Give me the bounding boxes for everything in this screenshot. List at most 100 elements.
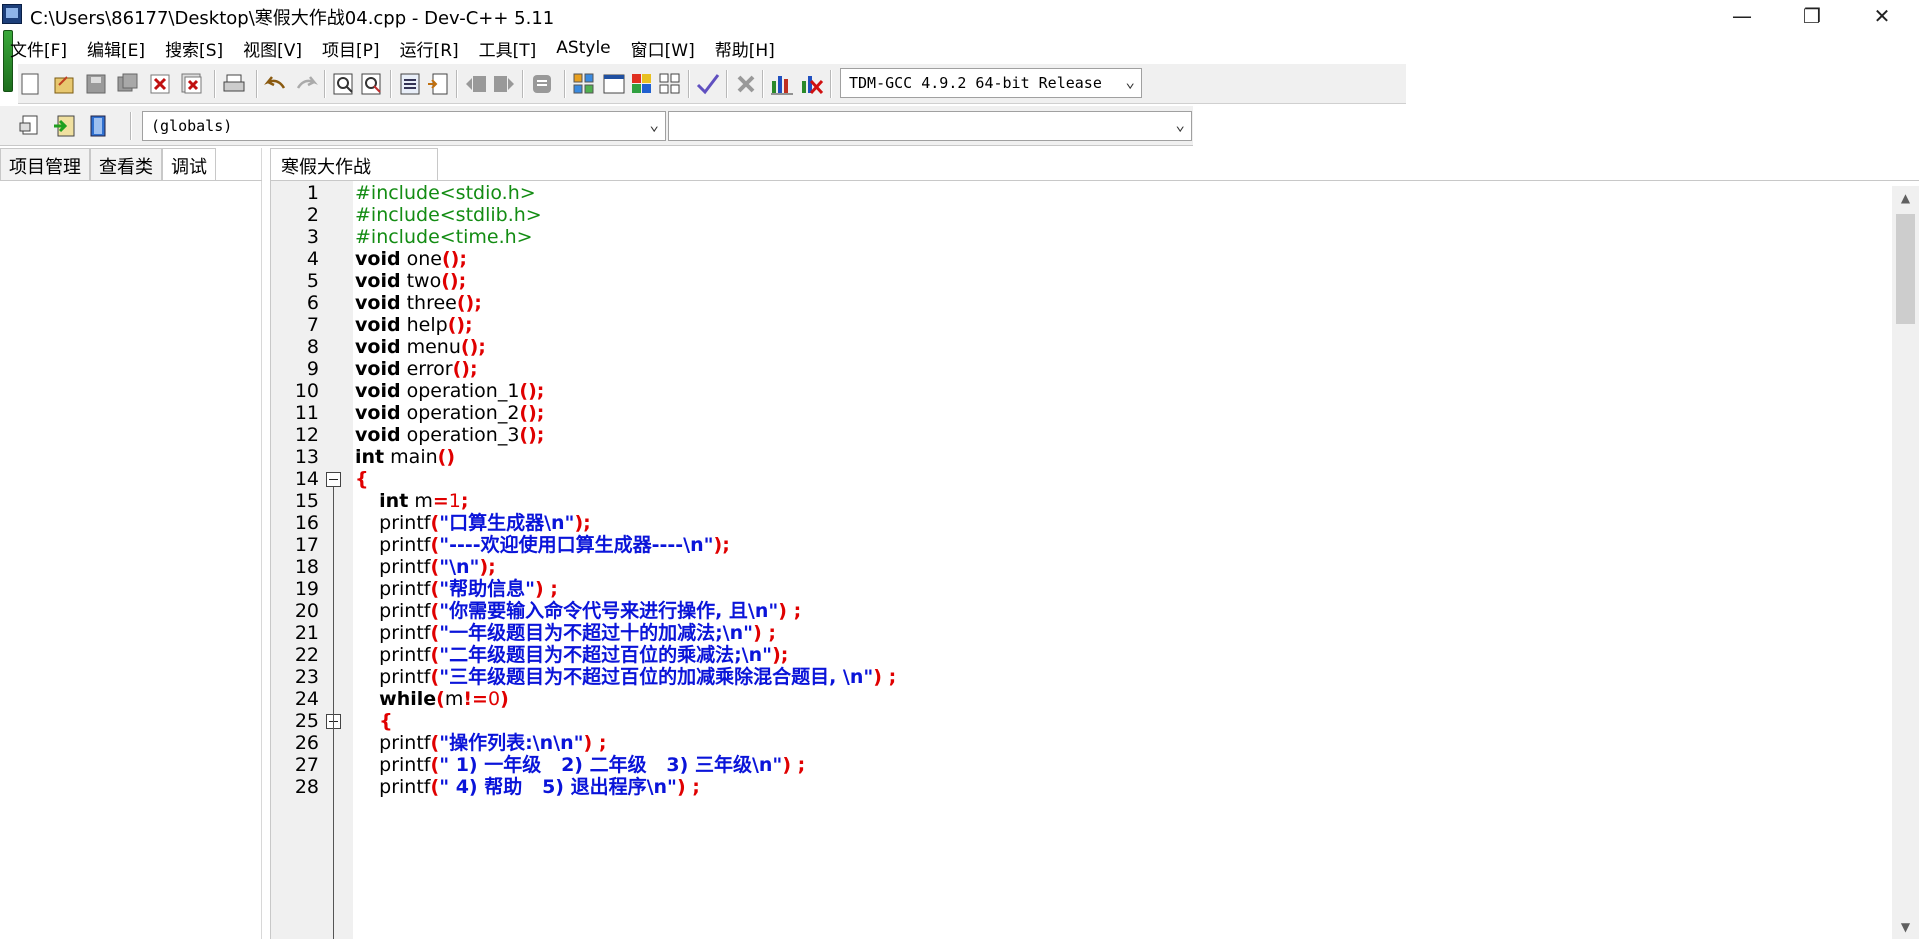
code-token: m xyxy=(444,688,464,710)
save-all-icon[interactable] xyxy=(116,72,140,96)
menu-edit[interactable]: 编辑[E] xyxy=(87,36,145,61)
replace-icon[interactable] xyxy=(360,72,384,96)
code-token: ) ; xyxy=(778,600,802,622)
indent-right-icon[interactable] xyxy=(492,72,516,96)
close-button[interactable]: ✕ xyxy=(1850,0,1914,32)
vertical-scrollbar[interactable]: ▲ ▼ xyxy=(1892,186,1919,939)
scrollbar-thumb[interactable] xyxy=(1896,214,1915,324)
tab-debug[interactable]: 调试 xyxy=(162,148,216,180)
code-token: " 4) 帮助 5) 退出程序\n" xyxy=(439,776,677,798)
code-token: ( xyxy=(430,556,440,578)
menu-search[interactable]: 搜索[S] xyxy=(165,36,223,61)
window-title: C:\Users\86177\Desktop\寒假大作战04.cpp - Dev… xyxy=(30,8,555,29)
code-token: "二年级题目为不超过百位的乘减法;\n" xyxy=(439,644,773,666)
insert-code-icon[interactable] xyxy=(18,114,42,138)
line-number: 28 xyxy=(294,776,319,798)
code-token: #include<stdlib.h> xyxy=(355,204,542,226)
close-all-icon[interactable] xyxy=(180,72,204,96)
scope-select[interactable]: (globals) ⌄ xyxy=(142,111,666,141)
code-token: ) ; xyxy=(782,754,806,776)
code-token: ( xyxy=(430,644,440,666)
menu-help[interactable]: 帮助[H] xyxy=(715,36,775,61)
new-file-icon[interactable] xyxy=(18,72,42,96)
restore-button[interactable]: ❐ xyxy=(1780,0,1844,32)
goto-definition-icon[interactable] xyxy=(86,114,110,138)
code-token: ) ; xyxy=(535,578,558,600)
code-token: ( xyxy=(430,732,440,754)
menu-run[interactable]: 运行[R] xyxy=(400,36,459,61)
scroll-down-icon[interactable]: ▼ xyxy=(1892,915,1919,939)
code-token: printf xyxy=(355,534,431,556)
code-editor[interactable]: 1 #include<stdio.h> 2 #include<stdlib.h> 3 #i… xyxy=(270,180,1919,939)
stop-execution-icon[interactable] xyxy=(734,72,758,96)
devcpp-app-icon xyxy=(2,4,22,24)
chevron-down-icon: ⌄ xyxy=(1125,72,1135,91)
close-file-icon[interactable] xyxy=(148,72,172,96)
code-token: m xyxy=(408,490,433,512)
menu-bar: 文件[F] 编辑[E] 搜索[S] 视图[V] 项目[P] 运行[R] 工具[T… xyxy=(0,34,795,62)
class-browser-icon[interactable] xyxy=(658,72,682,96)
code-token: void xyxy=(355,424,401,446)
code-line: printf(" 4) 帮助 5) 退出程序\n") ; xyxy=(355,774,700,801)
indent-left-icon[interactable] xyxy=(464,72,488,96)
code-token: void xyxy=(355,248,401,270)
code-token: int xyxy=(355,446,385,468)
menu-file[interactable]: 文件[F] xyxy=(10,36,67,61)
window-layout-icon[interactable] xyxy=(602,72,626,96)
tab-class-browser[interactable]: 查看类 xyxy=(90,148,162,180)
code-token: error xyxy=(400,358,453,380)
compiler-select[interactable]: TDM-GCC 4.9.2 64-bit Release ⌄ xyxy=(840,68,1142,98)
find-icon[interactable] xyxy=(332,72,356,96)
editor-tab-file[interactable]: 寒假大作战04.cpp xyxy=(270,148,438,200)
chevron-down-icon: ⌄ xyxy=(649,115,659,134)
goto-line-icon[interactable] xyxy=(398,72,422,96)
menu-window[interactable]: 窗口[W] xyxy=(631,36,695,61)
print-icon[interactable] xyxy=(222,72,246,96)
left-panel-tabs: 项目管理 查看类 调试 xyxy=(0,148,216,180)
toggle-bookmark-icon[interactable] xyxy=(426,72,450,96)
new-project-icon[interactable] xyxy=(572,72,596,96)
profile-chart-icon[interactable] xyxy=(770,72,794,96)
code-token: printf xyxy=(355,644,431,666)
scope-select-value: (globals) xyxy=(151,117,233,135)
open-file-icon[interactable] xyxy=(52,72,76,96)
code-token: { xyxy=(355,468,369,490)
code-token: (); xyxy=(456,292,482,314)
code-token: = xyxy=(432,490,449,512)
undo-icon[interactable] xyxy=(264,72,288,96)
code-token: ) ; xyxy=(873,666,897,688)
class-toolbar: (globals) ⌄ ⌄ xyxy=(0,106,1193,146)
syntax-check-icon[interactable] xyxy=(696,72,720,96)
delete-profile-icon[interactable] xyxy=(800,72,824,96)
code-token: menu xyxy=(400,336,461,358)
save-icon[interactable] xyxy=(84,72,108,96)
goto-declaration-icon[interactable] xyxy=(52,114,76,138)
code-token: void xyxy=(355,402,401,424)
code-token: ) xyxy=(500,688,509,710)
code-token: ( xyxy=(430,622,440,644)
code-token: "口算生成器\n" xyxy=(439,512,575,534)
code-token: main xyxy=(384,446,438,468)
code-token: int xyxy=(379,490,409,512)
redo-icon[interactable] xyxy=(294,72,318,96)
toggle-comment-icon[interactable] xyxy=(530,72,554,96)
code-token: printf xyxy=(355,556,431,578)
code-token: three xyxy=(400,292,457,314)
code-token: "----欢迎使用口算生成器----\n" xyxy=(439,534,714,556)
member-select[interactable]: ⌄ xyxy=(668,111,1192,141)
menu-project[interactable]: 项目[P] xyxy=(322,36,380,61)
menu-astyle[interactable]: AStyle xyxy=(556,38,610,58)
menu-view[interactable]: 视图[V] xyxy=(243,36,302,61)
tab-project-manager[interactable]: 项目管理 xyxy=(0,148,90,180)
scroll-up-icon[interactable]: ▲ xyxy=(1892,186,1919,210)
project-options-icon[interactable] xyxy=(630,72,654,96)
code-token: (); xyxy=(441,270,467,292)
code-token: help xyxy=(400,314,448,336)
code-token: printf xyxy=(355,776,431,798)
menu-tools[interactable]: 工具[T] xyxy=(479,36,537,61)
code-token: "\n" xyxy=(439,556,480,578)
minimize-button[interactable]: — xyxy=(1710,0,1774,32)
fold-toggle-icon[interactable] xyxy=(326,472,341,487)
